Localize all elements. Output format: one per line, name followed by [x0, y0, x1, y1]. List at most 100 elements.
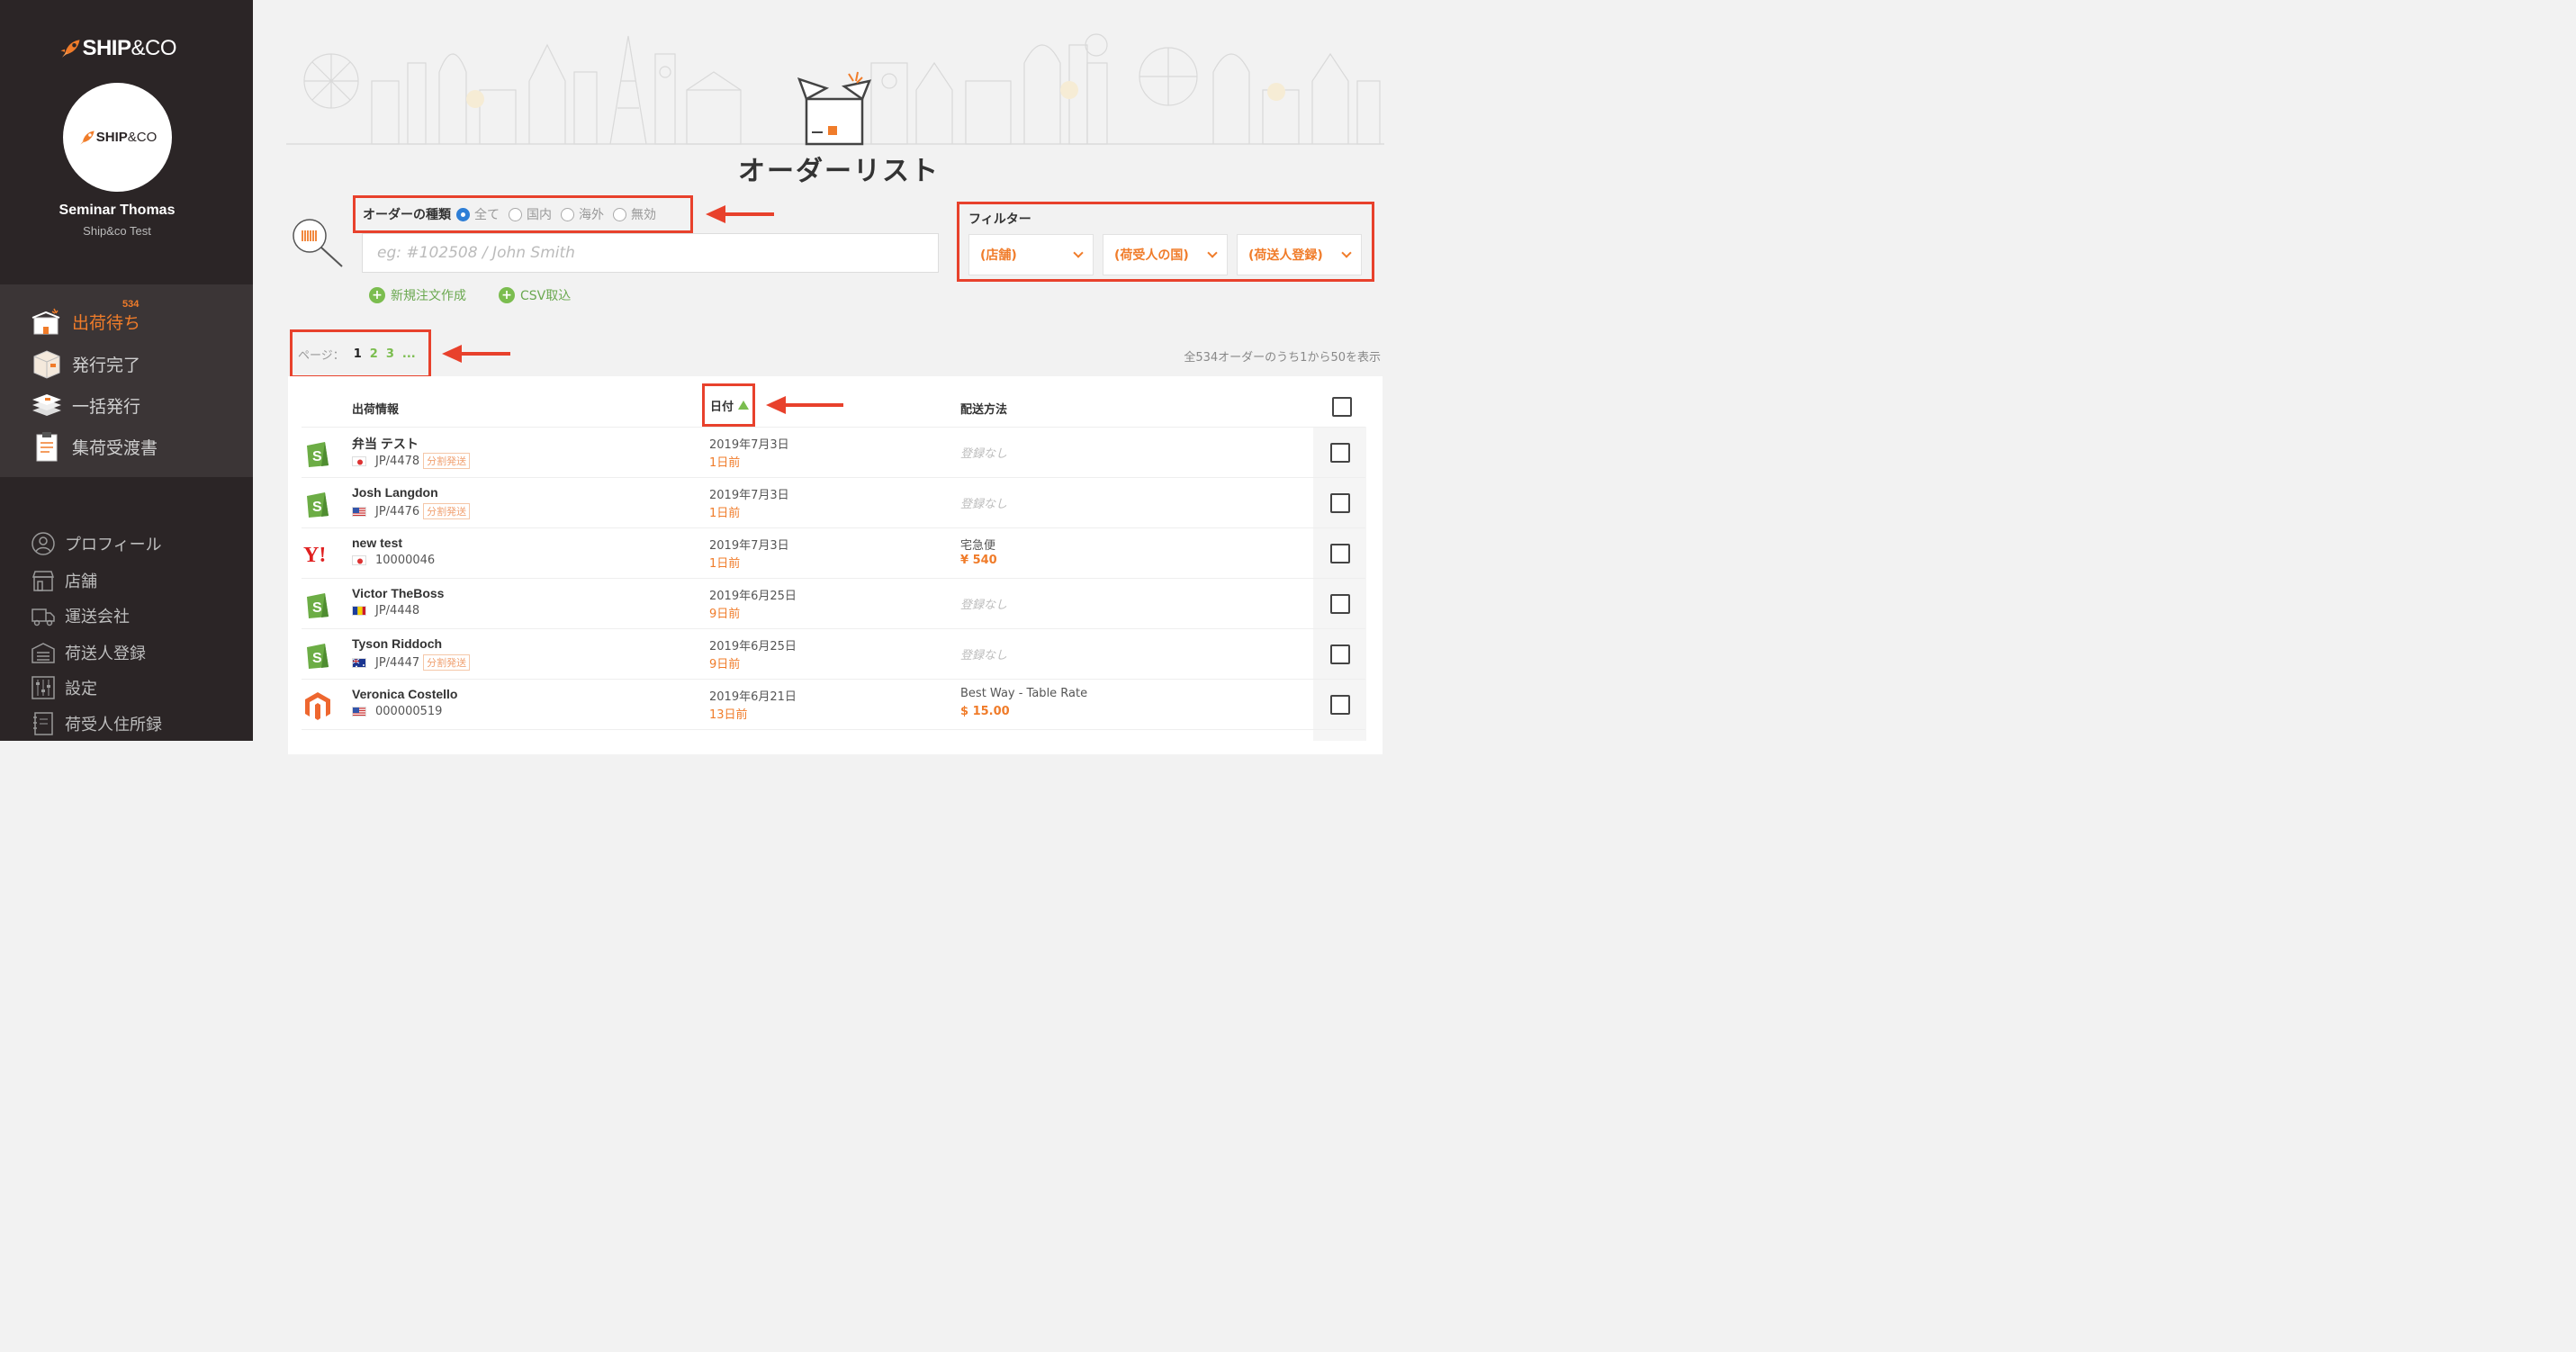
order-age: 1日前 [709, 557, 741, 571]
column-header-date[interactable]: 日付 [702, 383, 755, 427]
split-shipment-tag: 分割発送 [423, 453, 471, 469]
order-id: 10000046 [375, 554, 436, 567]
date-header-label: 日付 [710, 400, 734, 414]
nav-item-completed[interactable]: 発行完了 [31, 346, 140, 382]
nav-item-profile[interactable]: プロフィール [31, 526, 162, 562]
nav-item-settings[interactable]: 設定 [31, 670, 97, 706]
row-checkbox[interactable] [1330, 443, 1350, 463]
page-link-2[interactable]: 2 [370, 347, 378, 361]
flag-jp-icon [352, 455, 366, 466]
row-checkbox[interactable] [1330, 594, 1350, 614]
table-row[interactable]: Veronica Costello 000000519 2019年6月21日 13日前… [302, 680, 1313, 730]
order-id: JP/4447 [375, 655, 420, 670]
recipient-name[interactable]: 弁当 テスト [352, 435, 419, 453]
table-row[interactable]: Y! new test 10000046 2019年7月3日 1日前 宅急便 ¥ 540 [302, 528, 1313, 579]
table-row[interactable]: S Josh Langdon JP/4476 分割発送 2019年7月3日 1日前 登録なし [302, 478, 1313, 528]
nav-item-carriers[interactable]: 運送会社 [31, 598, 130, 634]
nav-label: 荷受人住所録 [65, 716, 162, 735]
rocket-icon [60, 40, 80, 58]
split-shipment-tag: 分割発送 [423, 654, 471, 671]
flag-jp-icon [352, 555, 366, 565]
dropdown-value: (荷受人の国) [1114, 248, 1189, 263]
profile-icon [32, 532, 55, 555]
page-link-3[interactable]: 3 [386, 347, 394, 361]
nav-item-bulk[interactable]: 一括発行 [31, 387, 140, 423]
truck-icon [32, 608, 55, 626]
order-meta: JP/4476 分割発送 [352, 503, 471, 519]
city-skyline-illustration [286, 33, 1384, 146]
table-row[interactable]: S Tyson Riddoch JP/4447 分割発送 2019年6月25日 9日前 登録… [302, 629, 1313, 680]
svg-text:S: S [312, 449, 322, 464]
filter-title: フィルター [968, 212, 1031, 227]
order-meta: 10000046 [352, 554, 435, 567]
row-checkbox[interactable] [1330, 695, 1350, 715]
order-type-label: オーダーの種類 [363, 208, 451, 222]
row-checkbox[interactable] [1330, 644, 1350, 664]
store-icon [32, 571, 55, 591]
page-title: オーダーリスト [738, 156, 940, 187]
address-book-icon [33, 712, 53, 735]
dropdown-value: (店舗) [980, 248, 1017, 263]
order-type-radio-all[interactable]: 全て [456, 205, 500, 223]
bulk-stack-icon [32, 394, 61, 416]
radio-dot[interactable] [456, 207, 470, 221]
new-order-button[interactable]: + 新規注文作成 [369, 286, 466, 304]
page-link-more[interactable]: ... [402, 347, 416, 361]
radio-dot[interactable] [509, 207, 522, 221]
recipient-name[interactable]: Veronica Costello [352, 687, 457, 701]
flag-us-icon [352, 707, 366, 717]
shopify-icon: S [303, 489, 332, 519]
shipping-method: 登録なし [960, 599, 1008, 612]
order-date: 2019年6月25日 [709, 590, 797, 603]
order-type-radio-invalid[interactable]: 無効 [613, 205, 656, 223]
chevron-down-icon [1073, 248, 1084, 258]
open-box-illustration [797, 71, 872, 146]
results-count: 全534オーダーのうち1から50を表示 [1184, 351, 1381, 365]
annotation-arrow-left [442, 345, 510, 363]
nav-item-pending[interactable]: 出荷待ち [31, 303, 140, 339]
shipper-dropdown[interactable]: (荷送人登録) [1237, 234, 1362, 275]
order-type-radio-international[interactable]: 海外 [561, 205, 604, 223]
radio-label: 海外 [579, 208, 604, 222]
order-date: 2019年7月3日 [709, 438, 789, 452]
select-all-checkbox[interactable] [1332, 397, 1352, 417]
recipient-name[interactable]: Victor TheBoss [352, 586, 444, 600]
nav-label: 運送会社 [65, 608, 130, 626]
sort-ascending-icon [738, 401, 750, 410]
table-row[interactable]: S 弁当 テスト JP/4478 分割発送 2019年7月3日 1日前 登録なし [302, 428, 1313, 478]
row-divider [302, 729, 1365, 730]
recipient-name[interactable]: Josh Langdon [352, 485, 438, 500]
split-shipment-tag: 分割発送 [423, 503, 471, 519]
nav-item-address-book[interactable]: 荷受人住所録 [31, 706, 162, 742]
order-type-radio-domestic[interactable]: 国内 [509, 205, 552, 223]
row-checkbox[interactable] [1330, 544, 1350, 563]
order-age: 13日前 [709, 708, 748, 722]
radio-dot[interactable] [561, 207, 574, 221]
pagination-label: ページ： [298, 348, 345, 363]
chevron-down-icon [1341, 248, 1352, 258]
radio-dot[interactable] [613, 207, 626, 221]
order-id: JP/4448 [375, 604, 420, 617]
table-row[interactable]: S Victor TheBoss JP/4448 2019年6月25日 9日前 登録なし [302, 579, 1313, 629]
user-company: Ship&co Test [83, 224, 151, 238]
nav-label: 発行完了 [72, 355, 141, 375]
nav-label: プロフィール [65, 536, 162, 554]
shipping-price: ¥ 540 [960, 554, 997, 567]
store-filter-dropdown[interactable]: (店舗) [968, 234, 1094, 275]
recipient-country-dropdown[interactable]: (荷受人の国) [1103, 234, 1228, 275]
shipping-method: 登録なし [960, 498, 1008, 511]
nav-item-store[interactable]: 店舗 [31, 563, 97, 599]
recipient-name[interactable]: Tyson Riddoch [352, 636, 442, 651]
csv-import-button[interactable]: + CSV取込 [499, 286, 571, 304]
brand-logo[interactable]: SHIP&CO [59, 27, 176, 70]
shopify-icon: S [303, 590, 332, 620]
nav-item-pickup-sheet[interactable]: 集荷受渡書 [31, 428, 158, 464]
new-order-label: 新規注文作成 [391, 289, 466, 303]
search-input[interactable] [362, 233, 939, 273]
row-checkbox[interactable] [1330, 493, 1350, 513]
recipient-name[interactable]: new test [352, 536, 402, 550]
nav-item-shippers[interactable]: 荷送人登録 [31, 635, 146, 671]
avatar[interactable]: SHIP&CO [63, 83, 172, 192]
page-link-1[interactable]: 1 [354, 347, 362, 361]
rocket-icon [80, 130, 95, 145]
